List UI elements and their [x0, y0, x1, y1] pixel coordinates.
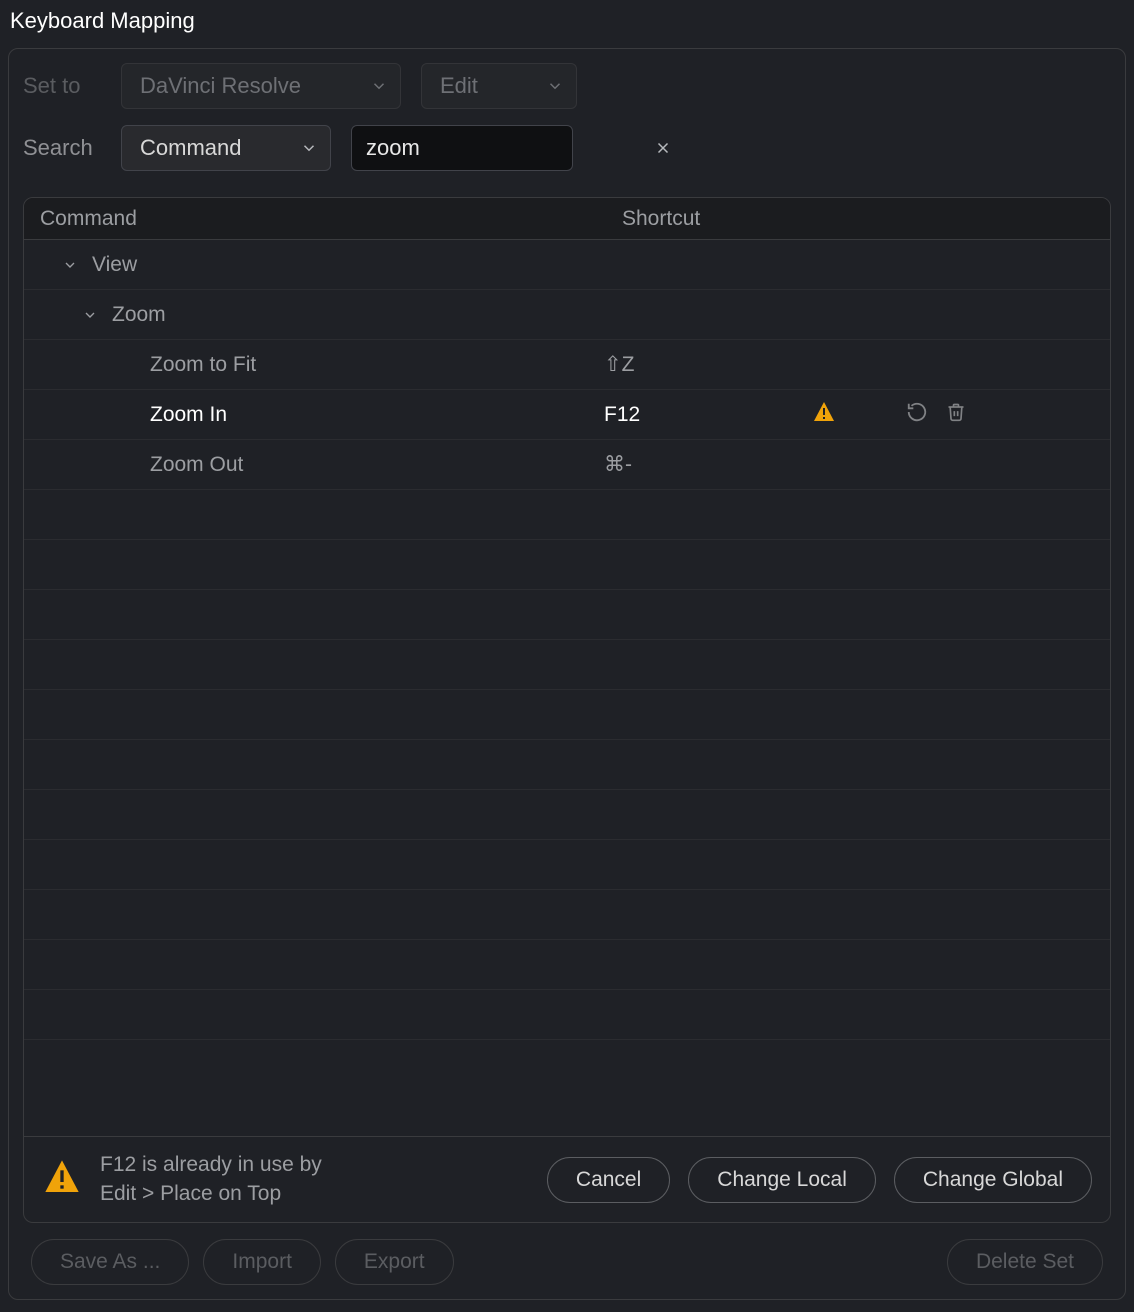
- empty-row: [24, 490, 1110, 540]
- export-button[interactable]: Export: [335, 1239, 454, 1285]
- shortcut-value[interactable]: ⇧Z: [604, 352, 794, 377]
- shortcut-value[interactable]: ⌘-: [604, 452, 794, 477]
- trash-icon[interactable]: [946, 401, 966, 429]
- warning-icon: [42, 1157, 82, 1202]
- tree-group-label: Zoom: [112, 303, 166, 327]
- conflict-message: F12 is already in use by Edit > Place on…: [100, 1151, 322, 1208]
- empty-row: [24, 540, 1110, 590]
- clear-search-button[interactable]: [654, 139, 672, 157]
- command-name: Zoom In: [150, 403, 227, 427]
- table-row[interactable]: Zoom Out ⌘-: [24, 440, 1110, 490]
- command-table-body[interactable]: View Zoom Zoom to Fit ⇧Z: [24, 240, 1110, 1136]
- empty-row: [24, 590, 1110, 640]
- empty-row: [24, 840, 1110, 890]
- search-mode-dropdown[interactable]: Command: [121, 125, 331, 171]
- cancel-button[interactable]: Cancel: [547, 1157, 670, 1203]
- preset-value: DaVinci Resolve: [140, 73, 301, 99]
- table-row[interactable]: Zoom to Fit ⇧Z: [24, 340, 1110, 390]
- context-value: Edit: [440, 73, 478, 99]
- empty-row: [24, 990, 1110, 1040]
- empty-row: [24, 740, 1110, 790]
- context-dropdown[interactable]: Edit: [421, 63, 577, 109]
- empty-row: [24, 640, 1110, 690]
- set-to-label: Set to: [23, 73, 121, 99]
- col-header-shortcut[interactable]: Shortcut: [604, 207, 1110, 231]
- shortcut-value[interactable]: F12: [604, 403, 794, 427]
- search-mode-value: Command: [140, 135, 241, 161]
- chevron-down-icon: [300, 139, 318, 157]
- table-row-selected[interactable]: Zoom In F12: [24, 390, 1110, 440]
- tree-group-zoom[interactable]: Zoom: [24, 290, 1110, 340]
- search-label: Search: [23, 135, 121, 161]
- change-local-button[interactable]: Change Local: [688, 1157, 876, 1203]
- empty-row: [24, 940, 1110, 990]
- tree-group-label: View: [92, 253, 137, 277]
- undo-icon[interactable]: [906, 401, 928, 429]
- tree-group-view[interactable]: View: [24, 240, 1110, 290]
- conflict-bar: F12 is already in use by Edit > Place on…: [23, 1137, 1111, 1223]
- chevron-down-icon: [546, 77, 564, 95]
- chevron-down-icon: [76, 307, 104, 323]
- search-input[interactable]: [366, 135, 654, 161]
- command-name: Zoom Out: [150, 453, 243, 477]
- chevron-down-icon: [56, 257, 84, 273]
- chevron-down-icon: [370, 77, 388, 95]
- empty-row: [24, 690, 1110, 740]
- delete-set-button[interactable]: Delete Set: [947, 1239, 1103, 1285]
- col-header-command[interactable]: Command: [24, 207, 604, 231]
- search-field-wrapper: [351, 125, 573, 171]
- empty-row: [24, 890, 1110, 940]
- warning-icon: [812, 400, 836, 430]
- panel-title: Keyboard Mapping: [0, 0, 1134, 48]
- preset-dropdown[interactable]: DaVinci Resolve: [121, 63, 401, 109]
- change-global-button[interactable]: Change Global: [894, 1157, 1092, 1203]
- empty-row: [24, 790, 1110, 840]
- import-button[interactable]: Import: [203, 1239, 321, 1285]
- command-name: Zoom to Fit: [150, 353, 256, 377]
- save-as-button[interactable]: Save As ...: [31, 1239, 189, 1285]
